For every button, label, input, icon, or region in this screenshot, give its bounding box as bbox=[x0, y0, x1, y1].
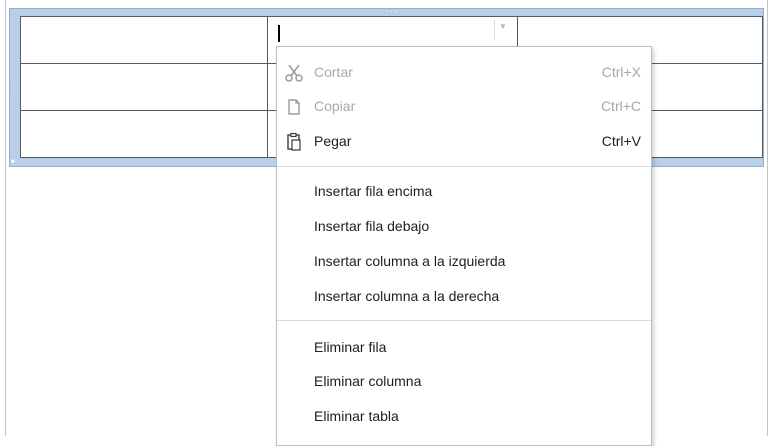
menu-item-copy[interactable]: Copiar Ctrl+C bbox=[277, 90, 651, 122]
context-menu: Cortar Ctrl+X Copiar Ctrl+C Pegar Ctrl+V… bbox=[276, 46, 652, 446]
menu-item-paste[interactable]: Pegar Ctrl+V bbox=[277, 125, 651, 157]
menu-item-shortcut: Ctrl+V bbox=[601, 133, 641, 149]
menu-item-insert-row-below[interactable]: Insertar fila debajo bbox=[277, 210, 651, 242]
menu-item-delete-column[interactable]: Eliminar columna bbox=[277, 365, 651, 397]
table-cell[interactable] bbox=[20, 110, 268, 158]
frame-resize-handle-left[interactable]: ··· bbox=[9, 81, 19, 93]
table-cell[interactable] bbox=[20, 63, 268, 111]
menu-item-label: Pegar bbox=[314, 133, 352, 149]
frame-resize-handle-corner[interactable]: ■ bbox=[11, 159, 16, 165]
menu-item-insert-row-above[interactable]: Insertar fila encima bbox=[277, 175, 651, 207]
menu-item-cut[interactable]: Cortar Ctrl+X bbox=[277, 56, 651, 88]
menu-item-label: Copiar bbox=[314, 98, 356, 114]
menu-item-label: Eliminar tabla bbox=[314, 408, 399, 424]
chevron-down-icon[interactable]: ▼ bbox=[494, 20, 511, 40]
menu-separator bbox=[277, 320, 651, 321]
menu-item-label: Eliminar columna bbox=[314, 373, 422, 389]
menu-item-delete-row[interactable]: Eliminar fila bbox=[277, 331, 651, 363]
menu-item-delete-table[interactable]: Eliminar tabla bbox=[277, 400, 651, 432]
scissors-icon bbox=[284, 63, 304, 83]
menu-item-shortcut: Ctrl+C bbox=[600, 98, 641, 114]
paste-icon bbox=[284, 132, 304, 152]
menu-item-label: Cortar bbox=[314, 64, 353, 80]
text-cursor bbox=[278, 25, 280, 42]
frame-resize-handle-top[interactable]: ··· bbox=[386, 7, 398, 16]
menu-separator bbox=[277, 166, 651, 167]
menu-item-label: Insertar columna a la izquierda bbox=[314, 253, 506, 269]
menu-item-label: Insertar columna a la derecha bbox=[314, 288, 500, 304]
menu-item-shortcut: Ctrl+X bbox=[601, 64, 641, 80]
table-cell[interactable] bbox=[20, 16, 268, 64]
menu-item-label: Insertar fila debajo bbox=[314, 218, 430, 234]
menu-item-label: Eliminar fila bbox=[314, 339, 387, 355]
menu-item-insert-column-left[interactable]: Insertar columna a la izquierda bbox=[277, 245, 651, 277]
menu-item-insert-column-right[interactable]: Insertar columna a la derecha bbox=[277, 280, 651, 312]
menu-item-label: Insertar fila encima bbox=[314, 183, 433, 199]
copy-icon bbox=[284, 97, 304, 117]
